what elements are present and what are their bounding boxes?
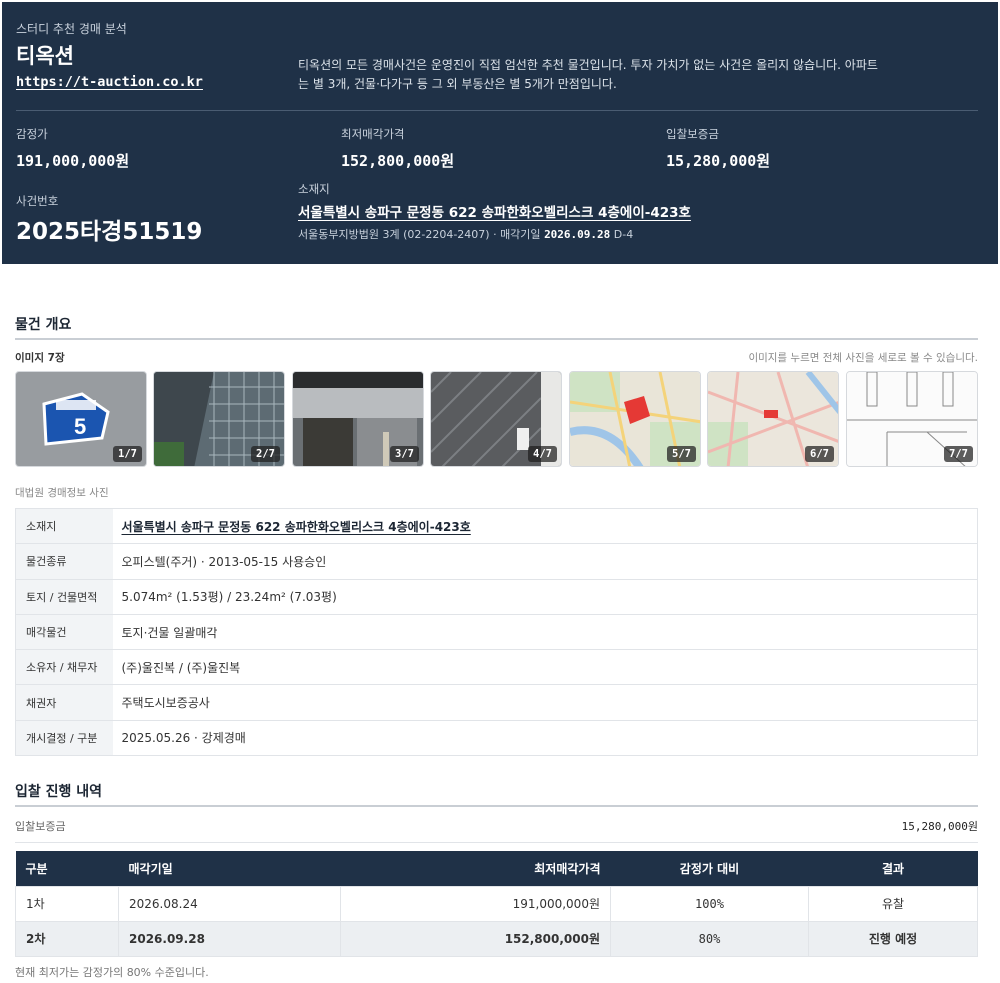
thumbnail-strip: 5 1/7 2/7 3/7 4/7 5/7 6/7 7/7 [15, 371, 978, 468]
info-row: 소유자 / 채무자 (주)울진복 / (주)울진복 [15, 649, 978, 686]
info-value: 5.074m² (1.53평) / 23.24m² (7.03평) [112, 578, 978, 615]
info-row: 토지 / 건물면적 5.074m² (1.53평) / 23.24m² (7.0… [15, 578, 978, 615]
appraisal-block: 감정가 191,000,000원 [16, 126, 129, 171]
info-label: 토지 / 건물면적 [15, 578, 113, 615]
thumbnail-1[interactable]: 5 1/7 [15, 371, 147, 467]
deposit-label: 입찰보증금 [666, 127, 719, 141]
appraisal-label: 감정가 [16, 127, 48, 141]
info-value: (주)울진복 / (주)울진복 [112, 649, 978, 686]
col-round-header: 구분 [15, 851, 119, 886]
min-price-value: 152,800,000원 [341, 152, 455, 170]
info-label: 소유자 / 채무자 [15, 649, 113, 686]
info-row: 채권자 주택도시보증공사 [15, 684, 978, 721]
info-value: 2025.05.26 · 강제경매 [112, 719, 978, 757]
case-number-label: 사건번호 [16, 194, 59, 208]
hero-divider [16, 110, 978, 111]
address-label: 소재지 [298, 182, 330, 196]
bid-date: 2026.08.24 [118, 885, 341, 922]
col-ratio-header: 감정가 대비 [610, 851, 809, 886]
hero-eyebrow: 스터디 추천 경매 분석 [16, 22, 127, 36]
thumbnail-badge: 2/7 [251, 446, 280, 462]
thumbnail-5[interactable]: 5/7 [569, 371, 701, 467]
bid-price-current: 152,800,000원 [340, 920, 611, 957]
bid-row: 1차 2026.08.24 191,000,000원 100% 유찰 [15, 885, 978, 922]
col-price-header: 최저매각가격 [340, 851, 611, 886]
bid-history-table: 구분 매각기일 최저매각가격 감정가 대비 결과 1차 2026.08.24 1… [15, 851, 978, 957]
property-info-table: 소재지 서울특별시 송파구 문정동 622 송파한화오벨리스크 4층에이-423… [15, 507, 978, 757]
thumbnail-7[interactable]: 7/7 [846, 371, 978, 467]
bid-row-current: 2차 2026.09.28 152,800,000원 80% 진행 예정 [15, 920, 978, 957]
min-price-label: 최저매각가격 [341, 127, 405, 141]
info-value: 오피스텔(주거) · 2013-05-15 사용승인 [112, 543, 978, 580]
min-price-block: 최저매각가격 152,800,000원 [341, 126, 454, 171]
bid-result: 진행 예정 [808, 920, 978, 957]
thumbnail-badge: 7/7 [944, 446, 973, 462]
hero-header: 스터디 추천 경매 분석 티옥션 https://t-auction.co.kr… [2, 2, 998, 264]
info-row: 물건종류 오피스텔(주거) · 2013-05-15 사용승인 [15, 543, 978, 580]
sign-number: 5 [74, 414, 86, 439]
thumbnail-2[interactable]: 2/7 [153, 371, 285, 467]
info-value: 주택도시보증공사 [112, 684, 978, 721]
site-url-link[interactable]: https://t-auction.co.kr [16, 74, 203, 90]
info-label: 소재지 [15, 507, 113, 545]
bid-round: 1차 [15, 885, 119, 922]
photo-source-caption: 대법원 경매정보 사진 [15, 487, 109, 499]
info-value-address[interactable]: 서울특별시 송파구 문정동 622 송파한화오벨리스크 4층에이-423호 [112, 507, 978, 545]
col-result-header: 결과 [808, 851, 978, 886]
sale-date: 2026.09.28 [544, 228, 611, 241]
bid-result: 유찰 [808, 885, 978, 922]
info-row: 개시결정 / 구분 2025.05.26 · 강제경매 [15, 719, 978, 757]
court-meta: 서울동부지방법원 3계 (02-2204-2407) · 매각기일 2026.0… [298, 226, 633, 242]
bidding-deposit-label: 입찰보증금 [15, 820, 66, 833]
deposit-divider [15, 842, 978, 843]
info-label: 채권자 [15, 684, 113, 721]
thumbnail-4[interactable]: 4/7 [430, 371, 562, 467]
court-info: 서울동부지방법원 3계 (02-2204-2407) · 매각기일 [298, 228, 541, 241]
case-number: 2025타경51519 [16, 219, 203, 245]
info-row: 매각물건 토지·건물 일괄매각 [15, 613, 978, 651]
deposit-block: 입찰보증금 15,280,000원 [666, 126, 770, 171]
bid-ratio: 80% [610, 920, 809, 957]
thumbnail-badge: 3/7 [390, 446, 419, 462]
col-date-header: 매각기일 [118, 851, 341, 886]
bidding-deposit-value: 15,280,000원 [901, 820, 978, 833]
thumbnail-badge: 5/7 [667, 446, 696, 462]
thumbnail-badge: 6/7 [805, 446, 834, 462]
bidding-deposit-row: 입찰보증금 15,280,000원 [15, 818, 978, 834]
bid-date: 2026.09.28 [118, 920, 341, 957]
bid-round: 2차 [15, 920, 119, 957]
bid-header-row: 구분 매각기일 최저매각가격 감정가 대비 결과 [15, 851, 978, 886]
info-row: 소재지 서울특별시 송파구 문정동 622 송파한화오벨리스크 4층에이-423… [15, 507, 978, 545]
bid-price: 191,000,000원 [340, 885, 611, 922]
thumbnail-6[interactable]: 6/7 [707, 371, 839, 467]
info-label: 매각물건 [15, 613, 113, 651]
info-label: 물건종류 [15, 543, 113, 580]
brand-name: 티옥션 [16, 44, 74, 68]
info-value: 토지·건물 일괄매각 [112, 613, 978, 651]
thumbnail-3[interactable]: 3/7 [292, 371, 424, 467]
overview-rule [15, 338, 978, 340]
deposit-value: 15,280,000원 [666, 152, 771, 170]
thumbnail-badge: 1/7 [113, 446, 142, 462]
bidding-title: 입찰 진행 내역 [15, 784, 103, 800]
appraisal-value: 191,000,000원 [16, 152, 130, 170]
bid-ratio: 100% [610, 885, 809, 922]
bidding-rule [15, 805, 978, 807]
bidding-footnote: 현재 최저가는 감정가의 80% 수준입니다. [15, 966, 209, 979]
hero-intro-text: 티옥션의 모든 경매사건은 운영진이 직접 엄선한 추천 물건입니다. 투자 가… [298, 58, 878, 91]
thumbnail-badge: 4/7 [528, 446, 557, 462]
info-label: 개시결정 / 구분 [15, 719, 113, 757]
address-link[interactable]: 서울특별시 송파구 문정동 622 송파한화오벨리스크 4층에이-423호 [298, 201, 691, 221]
d-day-badge: D-4 [613, 228, 634, 241]
images-hint: 이미지를 누르면 전체 사진을 세로로 볼 수 있습니다. [748, 352, 978, 364]
overview-title: 물건 개요 [15, 317, 72, 333]
images-count-label: 이미지 7장 [15, 352, 65, 364]
